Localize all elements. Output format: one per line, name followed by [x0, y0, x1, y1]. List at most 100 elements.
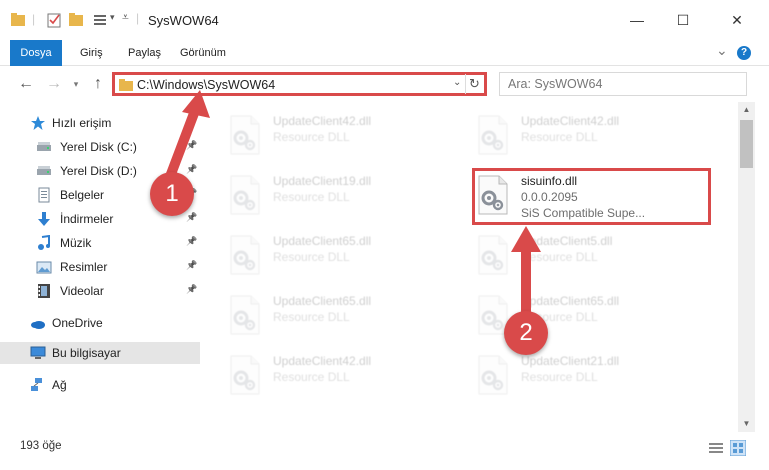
address-bar[interactable]: C:\Windows\SysWOW64 ⌄ ↻: [112, 72, 487, 96]
tab-file[interactable]: Dosya: [10, 40, 62, 66]
pin-icon[interactable]: 📌: [186, 212, 197, 223]
maximize-button[interactable]: ☐: [660, 8, 706, 32]
maximize-icon: ☐: [676, 11, 690, 28]
nav-item-9[interactable]: Bu bilgisayar: [0, 342, 200, 364]
scroll-down-icon[interactable]: ▼: [738, 416, 755, 432]
pin-icon[interactable]: 📌: [186, 140, 197, 151]
minimize-button[interactable]: —: [614, 8, 660, 32]
search-placeholder: Ara: SysWOW64: [508, 77, 603, 91]
file-item[interactable]: UpdateClient19.dll Resource DLL: [205, 166, 445, 218]
status-bar: 193 öğe: [0, 436, 769, 470]
search-input[interactable]: Ara: SysWOW64: [499, 72, 747, 96]
file-name: UpdateClient65.dll: [521, 294, 620, 308]
pin-icon[interactable]: 📌: [186, 260, 197, 271]
pin-icon[interactable]: 📌: [186, 284, 197, 295]
ribbon-tabs: Dosya Giriş Paylaş Görünüm ⌄ ?: [0, 40, 769, 66]
file-item[interactable]: UpdateClient42.dll Resource DLL: [453, 106, 693, 158]
file-item[interactable]: UpdateClient65.dll Resource DLL: [205, 226, 445, 278]
tab-home[interactable]: Giriş: [80, 40, 103, 66]
details-view-icon[interactable]: [708, 441, 724, 455]
nav-item-label: Ağ: [52, 378, 67, 392]
drive-icon: [36, 139, 52, 155]
address-path: C:\Windows\SysWOW64: [137, 78, 276, 92]
file-detail: Resource DLL: [521, 130, 598, 144]
address-dropdown-icon[interactable]: ⌄: [453, 77, 461, 88]
dll-file-icon: [227, 174, 263, 216]
file-item[interactable]: UpdateClient5.dll Resource DLL: [453, 226, 693, 278]
up-arrow-icon: ↑: [94, 75, 102, 92]
new-folder-icon[interactable]: [68, 10, 84, 30]
dll-file-icon: [475, 234, 511, 276]
file-name: UpdateClient65.dll: [273, 294, 372, 308]
large-icons-view-icon[interactable]: [730, 440, 746, 456]
folder-icon: [119, 79, 133, 91]
customize-icon[interactable]: [92, 10, 112, 30]
minimize-icon: —: [630, 12, 644, 28]
nav-item-6[interactable]: Resimler 📌: [0, 256, 200, 278]
qa-customize-arrow-icon[interactable]: ⩡: [122, 10, 129, 25]
nav-item-label: Hızlı erişim: [52, 116, 112, 130]
file-name: UpdateClient42.dll: [521, 114, 620, 128]
nav-item-10[interactable]: Ağ: [0, 374, 200, 396]
folder-icon: [11, 13, 25, 26]
step-badge-1: 1: [150, 172, 194, 216]
forward-button[interactable]: →: [44, 74, 64, 94]
vertical-scrollbar[interactable]: ▲ ▼: [738, 102, 755, 432]
back-button[interactable]: ←: [16, 74, 36, 94]
nav-item-label: Bu bilgisayar: [52, 346, 121, 360]
forward-arrow-icon: →: [46, 75, 62, 92]
file-item[interactable]: UpdateClient21.dll Resource DLL: [453, 346, 693, 398]
tab-share[interactable]: Paylaş: [128, 40, 161, 66]
drive-icon: [36, 163, 52, 179]
properties-icon[interactable]: [46, 10, 62, 30]
network-icon: [30, 377, 46, 393]
separator: [465, 74, 466, 94]
nav-item-0[interactable]: Hızlı erişim: [0, 112, 200, 134]
dll-file-icon: [475, 114, 511, 156]
item-count: 193 öğe: [20, 440, 62, 452]
nav-item-label: Yerel Disk (D:): [60, 164, 137, 178]
nav-item-label: Resimler: [60, 260, 108, 274]
navigation-pane: Hızlı erişim Yerel Disk (C:) 📌 Yerel Disk (…: [0, 102, 205, 438]
chevron-down-icon: ▾: [73, 79, 79, 89]
file-item[interactable]: UpdateClient65.dll Resource DLL: [205, 286, 445, 338]
close-button[interactable]: ✕: [714, 8, 760, 32]
nav-item-7[interactable]: Videolar 📌: [0, 280, 200, 302]
nav-item-label: Videolar: [60, 284, 104, 298]
dll-file-icon: [227, 114, 263, 156]
ribbon-expand-icon[interactable]: ⌄: [716, 42, 728, 59]
file-item[interactable]: UpdateClient42.dll Resource DLL: [205, 346, 445, 398]
file-name: UpdateClient5.dll: [521, 234, 613, 248]
dll-file-icon: [227, 234, 263, 276]
file-detail: Resource DLL: [273, 250, 350, 264]
nav-item-8[interactable]: OneDrive: [0, 312, 200, 334]
nav-item-1[interactable]: Yerel Disk (C:) 📌: [0, 136, 200, 158]
up-button[interactable]: ↑: [88, 74, 108, 94]
file-name: UpdateClient21.dll: [521, 354, 620, 368]
documents-icon: [36, 187, 52, 203]
scroll-up-icon[interactable]: ▲: [738, 102, 755, 118]
file-detail: Resource DLL: [273, 310, 350, 324]
qa-dropdown-icon[interactable]: ▾: [110, 12, 115, 23]
file-item[interactable]: UpdateClient65.dll Resource DLL: [453, 286, 693, 338]
file-item[interactable]: UpdateClient42.dll Resource DLL: [205, 106, 445, 158]
pictures-icon: [36, 259, 52, 275]
refresh-icon[interactable]: ↻: [469, 76, 480, 92]
separator: |: [32, 12, 36, 26]
cloud-icon: [30, 315, 46, 331]
recent-locations-button[interactable]: ▾: [66, 74, 86, 94]
help-icon[interactable]: ?: [737, 46, 751, 60]
tab-view[interactable]: Görünüm: [180, 40, 226, 66]
nav-item-5[interactable]: Müzik 📌: [0, 232, 200, 254]
pin-icon[interactable]: 📌: [186, 236, 197, 247]
dll-file-icon: [227, 354, 263, 396]
pin-icon[interactable]: 📌: [186, 164, 197, 175]
title-bar: | ▾ ⩡ | SysWOW64 — ☐ ✕: [0, 0, 769, 40]
nav-item-label: Belgeler: [60, 188, 105, 202]
address-row: ← → ▾ ↑ C:\Windows\SysWOW64 ⌄ ↻ Ara: Sys…: [0, 66, 769, 102]
file-list: UpdateClient42.dll Resource DLL UpdateClie…: [205, 102, 738, 432]
music-icon: [36, 234, 52, 251]
scroll-thumb[interactable]: [740, 120, 753, 168]
file-name: UpdateClient65.dll: [273, 234, 372, 248]
nav-item-label: İndirmeler: [60, 212, 114, 226]
